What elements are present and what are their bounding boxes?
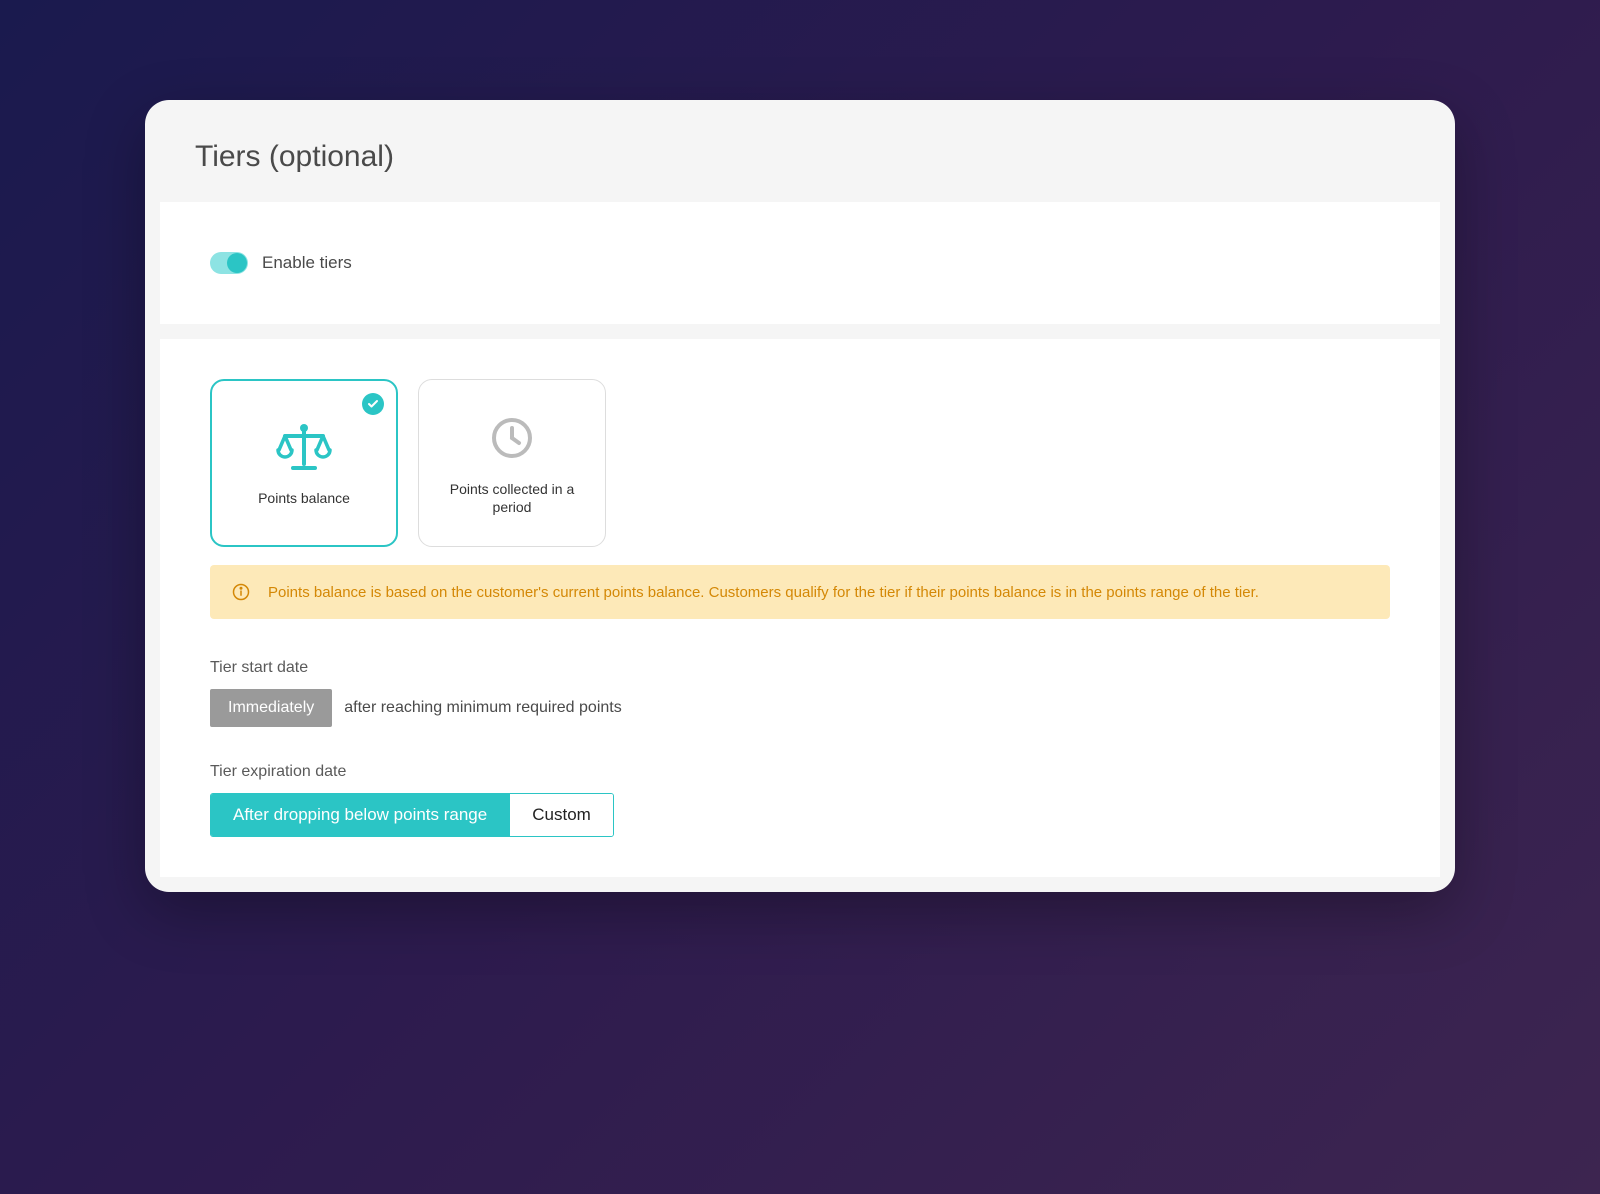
- option-points-period[interactable]: Points collected in a period: [418, 379, 606, 547]
- enable-panel: Enable tiers: [160, 202, 1440, 324]
- tier-expiration-group: Tier expiration date After dropping belo…: [210, 763, 1390, 837]
- tier-basis-options: Points balance Points collected in a per…: [210, 379, 1390, 547]
- expiration-custom-button[interactable]: Custom: [509, 794, 613, 836]
- start-date-suffix: after reaching minimum required points: [344, 699, 621, 717]
- enable-tiers-toggle[interactable]: [210, 252, 248, 274]
- option-points-period-label: Points collected in a period: [431, 480, 593, 516]
- scales-icon: [275, 419, 333, 475]
- enable-tiers-label: Enable tiers: [262, 253, 352, 273]
- expiration-segmented: After dropping below points range Custom: [210, 793, 614, 837]
- clock-icon: [490, 410, 534, 466]
- toggle-knob: [227, 253, 247, 273]
- tier-start-date-row: Immediately after reaching minimum requi…: [210, 689, 1390, 727]
- page-title: Tiers (optional): [195, 140, 1405, 174]
- info-banner: Points balance is based on the customer'…: [210, 565, 1390, 619]
- info-text: Points balance is based on the customer'…: [268, 584, 1259, 601]
- tiers-card: Tiers (optional) Enable tiers: [145, 100, 1455, 892]
- tier-expiration-label: Tier expiration date: [210, 763, 1390, 781]
- option-points-balance[interactable]: Points balance: [210, 379, 398, 547]
- card-header: Tiers (optional): [145, 100, 1455, 202]
- enable-tiers-row: Enable tiers: [210, 252, 1390, 274]
- tier-start-date-group: Tier start date Immediately after reachi…: [210, 659, 1390, 727]
- check-icon: [362, 393, 384, 415]
- tier-start-date-label: Tier start date: [210, 659, 1390, 677]
- config-panel: Points balance Points collected in a per…: [160, 339, 1440, 877]
- info-icon: [232, 583, 250, 601]
- expiration-after-dropping-button[interactable]: After dropping below points range: [211, 794, 509, 836]
- immediately-button[interactable]: Immediately: [210, 689, 332, 727]
- option-points-balance-label: Points balance: [258, 489, 350, 507]
